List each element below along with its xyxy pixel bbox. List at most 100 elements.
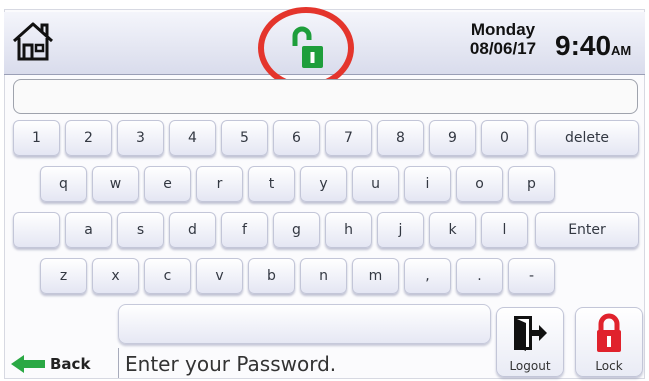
key-y[interactable]: y: [300, 166, 347, 202]
key-e[interactable]: e: [144, 166, 191, 202]
key-label: 6: [292, 130, 301, 146]
key-q[interactable]: q: [40, 166, 87, 202]
key-label: u: [371, 176, 380, 192]
key-label: o: [475, 176, 484, 192]
lock-button[interactable]: Lock: [575, 307, 643, 377]
key-3[interactable]: 3: [117, 120, 164, 156]
key-b[interactable]: b: [248, 258, 295, 294]
key-o[interactable]: o: [456, 166, 503, 202]
left-arrow-icon: [11, 355, 45, 373]
back-label: Back: [50, 355, 91, 373]
key-label: n: [319, 268, 328, 284]
key-label: p: [527, 176, 536, 192]
key-label: 1: [32, 130, 41, 146]
logout-label: Logout: [509, 359, 551, 373]
key-label: r: [216, 176, 223, 192]
locked-padlock-icon: [597, 313, 621, 352]
key-8[interactable]: 8: [377, 120, 424, 156]
password-input[interactable]: [13, 79, 638, 114]
divider: [118, 348, 119, 378]
space-bar[interactable]: [118, 304, 491, 344]
key-label: d: [188, 222, 197, 238]
key-r[interactable]: r: [196, 166, 243, 202]
key-label: h: [344, 222, 353, 238]
key-label: -: [528, 268, 535, 284]
day-label: Monday: [470, 20, 536, 39]
key-7[interactable]: 7: [325, 120, 372, 156]
home-button[interactable]: [8, 16, 58, 66]
key-9[interactable]: 9: [429, 120, 476, 156]
key-t[interactable]: t: [248, 166, 295, 202]
exit-door-icon: [514, 316, 547, 351]
key-label: a: [84, 222, 93, 238]
key-label: .: [477, 268, 482, 284]
key-w[interactable]: w: [92, 166, 139, 202]
key-label: 5: [240, 130, 249, 146]
key-label: i: [425, 176, 430, 192]
key-label: z: [59, 268, 68, 284]
key-label: k: [448, 222, 457, 238]
key-label: 4: [188, 130, 197, 146]
key-n[interactable]: n: [300, 258, 347, 294]
password-prompt: Enter your Password.: [125, 352, 337, 376]
time-label: 9:40: [555, 30, 612, 61]
key-label: q: [59, 176, 68, 192]
key-label: t: [268, 176, 275, 192]
key-d[interactable]: d: [169, 212, 216, 248]
key-label: c: [163, 268, 172, 284]
key-label: delete: [564, 130, 610, 146]
key-4[interactable]: 4: [169, 120, 216, 156]
key-k[interactable]: k: [429, 212, 476, 248]
key-c[interactable]: c: [144, 258, 191, 294]
logout-button[interactable]: Logout: [496, 307, 564, 377]
key-dash[interactable]: -: [508, 258, 555, 294]
back-button[interactable]: Back: [10, 351, 90, 377]
key-a[interactable]: a: [65, 212, 112, 248]
key-label: b: [267, 268, 276, 284]
key-v[interactable]: v: [196, 258, 243, 294]
key-2[interactable]: 2: [65, 120, 112, 156]
key-z[interactable]: z: [40, 258, 87, 294]
key-label: j: [398, 222, 403, 238]
key-x[interactable]: x: [92, 258, 139, 294]
key-u[interactable]: u: [352, 166, 399, 202]
key-6[interactable]: 6: [273, 120, 320, 156]
key-label: v: [215, 268, 224, 284]
key-1[interactable]: 1: [13, 120, 60, 156]
key-0[interactable]: 0: [481, 120, 528, 156]
key-label: y: [319, 176, 328, 192]
key-g[interactable]: g: [273, 212, 320, 248]
key-5[interactable]: 5: [221, 120, 268, 156]
key-f[interactable]: f: [221, 212, 268, 248]
ampm-label: AM: [611, 43, 632, 58]
clock-display: 9:40AM: [555, 30, 631, 62]
key-comma[interactable]: ,: [404, 258, 451, 294]
key-label: 8: [396, 130, 405, 146]
home-icon: [12, 22, 54, 61]
key-label: g: [292, 222, 301, 238]
key-l[interactable]: l: [481, 212, 528, 248]
key-i[interactable]: i: [404, 166, 451, 202]
key-period[interactable]: .: [456, 258, 503, 294]
key-label: 9: [448, 130, 457, 146]
key-label: w: [109, 176, 122, 192]
key-s[interactable]: s: [117, 212, 164, 248]
key-blank[interactable]: [13, 212, 60, 248]
highlight-circle: [258, 7, 354, 89]
key-p[interactable]: p: [508, 166, 555, 202]
key-enter[interactable]: Enter: [535, 212, 639, 248]
key-j[interactable]: j: [377, 212, 424, 248]
key-label: s: [136, 222, 145, 238]
key-label: m: [368, 268, 383, 284]
key-label: x: [111, 268, 120, 284]
key-h[interactable]: h: [325, 212, 372, 248]
key-label: ,: [425, 268, 430, 284]
key-label: f: [242, 222, 247, 238]
key-m[interactable]: m: [352, 258, 399, 294]
key-label: 2: [84, 130, 93, 146]
key-label: l: [502, 222, 507, 238]
key-label: Enter: [568, 222, 606, 238]
key-delete[interactable]: delete: [535, 120, 639, 156]
key-label: 0: [500, 130, 509, 146]
lock-label: Lock: [595, 359, 623, 373]
